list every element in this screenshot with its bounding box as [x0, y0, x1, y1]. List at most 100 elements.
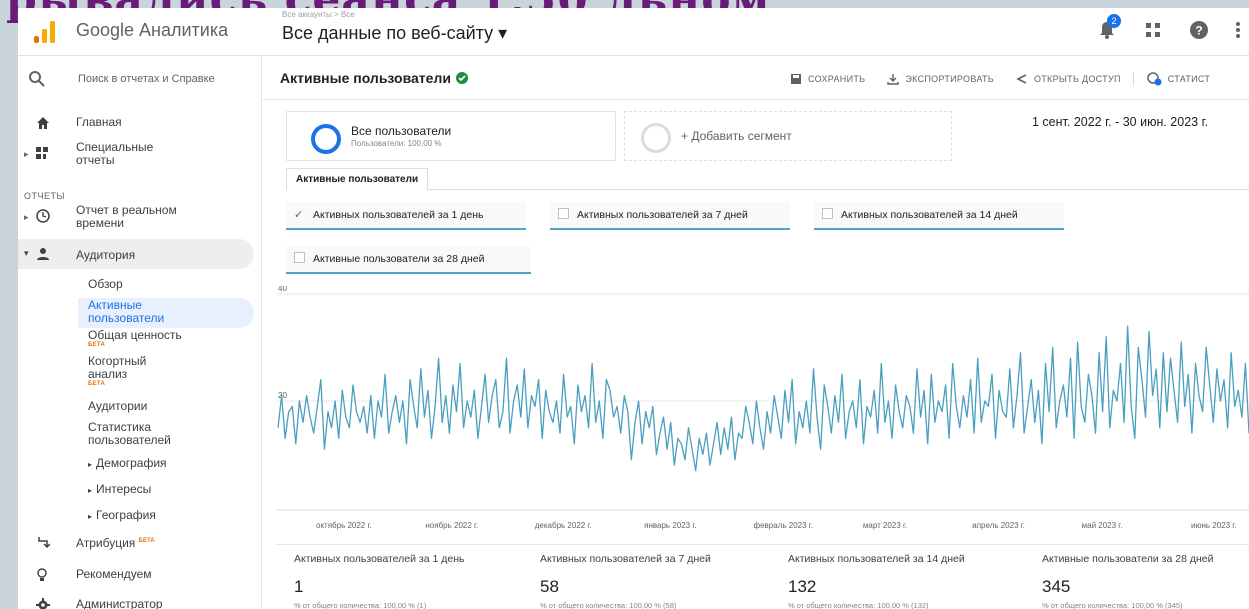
scorecard[interactable]: Активные пользователи за 28 дней 345 % от …	[1042, 553, 1249, 609]
top-icons: 2 ?	[1097, 14, 1241, 40]
segment-all-users[interactable]: Все пользователи Пользователи: 100,00 %	[286, 111, 616, 161]
page-title: Активные пользователи	[280, 70, 468, 86]
x-tick-label: октябрь 2022 г.	[316, 521, 372, 530]
scorecard-label: Активных пользователей за 7 дней	[540, 553, 711, 565]
sidebar-subitem-audiences[interactable]: Аудитории	[88, 400, 147, 413]
sidebar-search[interactable]: Поиск в отчетах и Справке	[18, 64, 262, 96]
x-tick-label: февраль 2023 г.	[754, 521, 813, 530]
sidebar-subitem-demographics[interactable]: ▸ Демография	[88, 457, 167, 471]
scorecard-subtitle: % от общего количества: 100,00 % (58)	[540, 601, 677, 609]
dashboard-grid-icon	[36, 147, 50, 162]
sidebar-item-label: Специальные отчеты	[76, 140, 154, 167]
sidebar-item-attribution[interactable]: Атрибуция БЕТА	[18, 535, 262, 555]
sidebar-subitem-lifetime-value[interactable]: Общая ценность БЕТА	[88, 329, 182, 349]
scorecard-value: 132	[788, 577, 817, 596]
expand-arrow-icon: ▸	[24, 149, 29, 159]
sidebar-item-realtime[interactable]: ▸ Отчет в реальном времени	[18, 204, 262, 234]
section-label-reports: ОТЧЕТЫ	[24, 191, 65, 201]
checkmark-icon: ✓	[294, 209, 304, 221]
sidebar-subitem-user-explorer[interactable]: Статистика пользователей	[88, 421, 198, 447]
sidebar-item-label: Главная	[76, 115, 122, 129]
scorecard[interactable]: Активных пользователей за 7 дней 58 % от о…	[540, 553, 780, 609]
apps-grid-icon[interactable]	[1143, 20, 1163, 40]
checkbox[interactable]	[558, 208, 569, 219]
analytics-logo-icon[interactable]	[34, 21, 56, 43]
metric-label: Активные пользователи за 28 дней	[313, 253, 485, 265]
save-button[interactable]: СОХРАНИТЬ	[790, 72, 865, 86]
scorecard-value: 58	[540, 577, 559, 596]
sidebar-item-label: Аудитория	[76, 248, 136, 262]
account-breadcrumb[interactable]: Все аккаунты > Все	[282, 10, 355, 19]
metric-toggle-1-day[interactable]: ✓ Активных пользователей за 1 день	[286, 202, 526, 230]
gear-icon	[36, 598, 50, 609]
metric-label: Активных пользователей за 7 дней	[577, 209, 748, 221]
sidebar-item-home[interactable]: Главная	[18, 116, 262, 136]
summary-scorecards: Активных пользователей за 1 день 1 % от об…	[276, 544, 1249, 609]
x-tick-label: ноябрь 2022 г.	[425, 521, 478, 530]
scorecard-label: Активные пользователи за 28 дней	[1042, 553, 1214, 565]
insights-icon	[1147, 72, 1162, 86]
scorecard[interactable]: Активных пользователей за 14 дней 132 % от…	[788, 553, 1028, 609]
attribution-icon	[36, 535, 51, 552]
segment-circle-icon	[311, 124, 341, 154]
sidebar-item-admin[interactable]: Администратор	[18, 598, 262, 609]
top-bar: Google Аналитика Все аккаунты > Все Все …	[18, 8, 1249, 56]
tab-active-users[interactable]: Активные пользователи	[286, 168, 429, 191]
segment-subtitle: Пользователи: 100,00 %	[351, 139, 442, 148]
sidebar-subitem-active-users[interactable]: Активные пользователи	[88, 299, 188, 325]
more-vert-icon[interactable]	[1235, 20, 1241, 40]
product-name[interactable]: Google Аналитика	[76, 20, 228, 41]
home-icon	[36, 116, 50, 133]
share-label: ОТКРЫТЬ ДОСТУП	[1033, 74, 1121, 84]
date-range-picker[interactable]: 1 сент. 2022 г. - 30 июн. 2023 г.	[1032, 115, 1208, 129]
save-icon	[791, 74, 801, 84]
analytics-window: Google Аналитика Все аккаунты > Все Все …	[18, 8, 1249, 609]
y-tick-label: 40	[278, 286, 287, 293]
search-input[interactable]: Поиск в отчетах и Справке	[78, 73, 248, 85]
metric-toggle-28-days[interactable]: Активные пользователи за 28 дней	[286, 246, 531, 274]
beta-badge: БЕТА	[88, 342, 106, 348]
sidebar-item-label: Демография	[96, 456, 167, 470]
notifications-bell-icon[interactable]: 2	[1097, 14, 1121, 40]
add-segment-button[interactable]: + Добавить сегмент	[624, 111, 952, 161]
insights-label: СТАТИСТ	[1167, 74, 1211, 84]
sidebar-subitem-geo[interactable]: ▸ География	[88, 509, 156, 523]
sidebar-item-label: Когортный анализ	[88, 354, 147, 381]
scorecard[interactable]: Активных пользователей за 1 день 1 % от об…	[294, 553, 534, 609]
sidebar-item-custom-reports[interactable]: ▸ Специальные отчеты	[18, 141, 262, 171]
verified-check-icon	[455, 72, 468, 84]
sidebar-item-recommend[interactable]: Рекомендуем	[18, 568, 262, 588]
scorecard-subtitle: % от общего количества: 100,00 % (345)	[1042, 601, 1183, 609]
sidebar-subitem-overview[interactable]: Обзор	[88, 278, 123, 291]
active-users-chart: 20 40 октябрь 2022 г. ноябрь 2022 г. декабрь…	[276, 286, 1249, 536]
sidebar-item-audience[interactable]: ▾ Аудитория	[18, 239, 254, 269]
export-label: ЭКСПОРТИРОВАТЬ	[905, 74, 994, 84]
x-tick-label: декабрь 2022 г.	[535, 521, 592, 530]
x-tick-label: май 2023 г.	[1082, 521, 1123, 530]
metric-toggle-14-days[interactable]: Активных пользователей за 14 дней	[814, 202, 1064, 230]
view-selector[interactable]: Все данные по веб-сайту ▾	[282, 23, 507, 44]
export-icon	[887, 74, 900, 85]
x-tick-label: март 2023 г.	[863, 521, 907, 530]
expand-arrow-icon: ▸	[88, 460, 93, 469]
divider	[1132, 72, 1134, 86]
svg-text:?: ?	[1195, 24, 1202, 38]
sidebar-item-label: Интересы	[96, 482, 152, 496]
checkbox[interactable]	[822, 208, 833, 219]
sidebar-subitem-interests[interactable]: ▸ Интересы	[88, 483, 151, 497]
sidebar-item-label: География	[96, 508, 156, 522]
scorecard-subtitle: % от общего количества: 100,00 % (132)	[788, 601, 929, 609]
checkbox[interactable]	[294, 252, 305, 263]
share-button[interactable]: ОТКРЫТЬ ДОСТУП	[1016, 72, 1121, 86]
sidebar-subitem-cohort[interactable]: Когортный анализ БЕТА	[88, 355, 178, 388]
sidebar-item-label: Рекомендуем	[76, 567, 152, 581]
export-button[interactable]: ЭКСПОРТИРОВАТЬ	[887, 72, 994, 86]
insights-button[interactable]: СТАТИСТ	[1146, 72, 1210, 86]
lightbulb-icon	[36, 568, 48, 585]
scorecard-subtitle: % от общего количества: 100,00 % (1)	[294, 601, 427, 609]
sidebar-item-label: Администратор	[76, 597, 163, 609]
series-line-active-users-1-day[interactable]	[277, 325, 1249, 472]
metric-toggle-7-days[interactable]: Активных пользователей за 7 дней	[550, 202, 790, 230]
help-icon[interactable]: ?	[1189, 20, 1209, 40]
sidebar: Поиск в отчетах и Справке Главная ▸ Спец…	[18, 56, 262, 609]
